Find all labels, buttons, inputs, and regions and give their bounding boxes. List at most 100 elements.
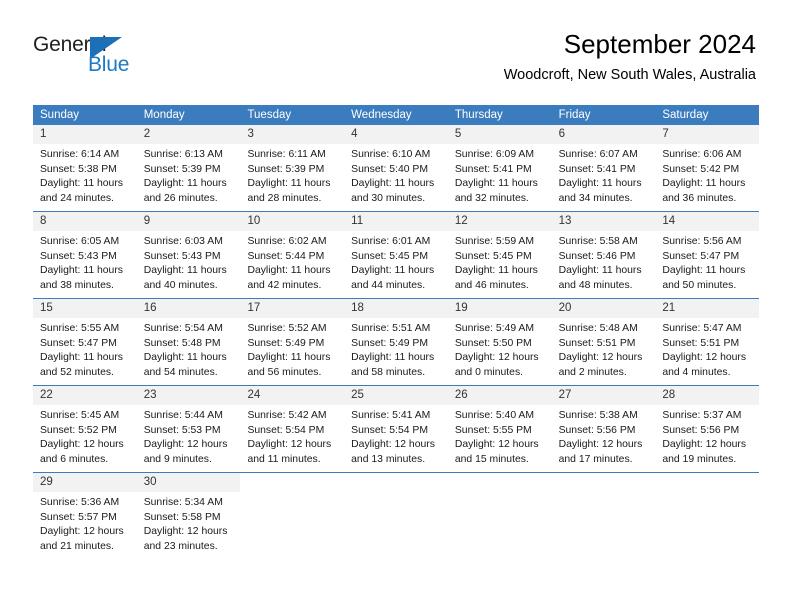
- day-info: Sunrise: 5:59 AM Sunset: 5:45 PM Daylight:…: [448, 232, 552, 293]
- day-info: [240, 493, 344, 496]
- day-cell-30[interactable]: 30 Sunrise: 5:34 AM Sunset: 5:58 PM Dayligh…: [136, 473, 241, 559]
- day-cell-17[interactable]: 17 Sunrise: 5:52 AM Sunset: 5:49 PM Dayligh…: [240, 299, 345, 385]
- sunrise-text: Sunrise: 5:36 AM: [40, 497, 120, 508]
- generalblue-logo[interactable]: General Blue: [33, 33, 163, 81]
- calendar-grid: Sunday Monday Tuesday Wednesday Thursday Frid…: [33, 105, 760, 559]
- sunset-text: Sunset: 5:54 PM: [247, 424, 325, 436]
- sunset-text: Sunset: 5:43 PM: [143, 250, 221, 262]
- calendar-week-row: 29 Sunrise: 5:36 AM Sunset: 5:57 PM Dayligh…: [33, 472, 760, 559]
- day-cell-9[interactable]: 9 Sunrise: 6:03 AM Sunset: 5:43 PM Daylight…: [136, 212, 241, 298]
- sunrise-text: Sunrise: 6:10 AM: [351, 149, 431, 160]
- sunset-text: Sunset: 5:58 PM: [143, 511, 221, 523]
- day-cell-21[interactable]: 21 Sunrise: 5:47 AM Sunset: 5:51 PM Dayligh…: [655, 299, 760, 385]
- sunset-text: Sunset: 5:49 PM: [247, 337, 325, 349]
- daylight-text-line1: Daylight: 12 hours: [662, 439, 747, 451]
- day-cell-22[interactable]: 22 Sunrise: 5:45 AM Sunset: 5:52 PM Dayligh…: [33, 386, 137, 472]
- daylight-text-line1: Daylight: 12 hours: [662, 352, 747, 364]
- day-number: 6: [558, 128, 565, 140]
- day-cell-24[interactable]: 24 Sunrise: 5:42 AM Sunset: 5:54 PM Dayligh…: [240, 386, 345, 472]
- calendar-body: 1 Sunrise: 6:14 AM Sunset: 5:38 PM Daylight…: [33, 125, 760, 559]
- day-number-band: [655, 473, 760, 493]
- day-cell-2[interactable]: 2 Sunrise: 6:13 AM Sunset: 5:39 PM Daylight…: [136, 125, 241, 211]
- day-info: Sunrise: 6:02 AM Sunset: 5:44 PM Daylight:…: [240, 232, 344, 293]
- day-cell-10[interactable]: 10 Sunrise: 6:02 AM Sunset: 5:44 PM Dayligh…: [240, 212, 345, 298]
- daylight-text-line2: and 13 minutes.: [351, 453, 426, 465]
- day-cell-13[interactable]: 13 Sunrise: 5:58 AM Sunset: 5:46 PM Dayligh…: [551, 212, 656, 298]
- sunset-text: Sunset: 5:38 PM: [40, 163, 117, 175]
- weekday-header-wednesday: Wednesday: [351, 109, 412, 121]
- day-info: Sunrise: 5:56 AM Sunset: 5:47 PM Daylight:…: [655, 232, 759, 293]
- day-number: 4: [351, 128, 358, 140]
- daylight-text-line2: and 17 minutes.: [558, 453, 633, 465]
- day-cell-12[interactable]: 12 Sunrise: 5:59 AM Sunset: 5:45 PM Dayligh…: [447, 212, 552, 298]
- day-number: 20: [558, 302, 572, 314]
- day-number: 12: [454, 215, 468, 227]
- daylight-text-line2: and 42 minutes.: [247, 279, 322, 291]
- day-cell-6[interactable]: 6 Sunrise: 6:07 AM Sunset: 5:41 PM Daylight…: [551, 125, 656, 211]
- daylight-text-line1: Daylight: 11 hours: [40, 178, 123, 190]
- weekday-header-tuesday: Tuesday: [247, 109, 292, 121]
- sunrise-text: Sunrise: 5:52 AM: [247, 323, 327, 334]
- sunrise-text: Sunrise: 5:41 AM: [351, 410, 431, 421]
- day-cell-29[interactable]: 29 Sunrise: 5:36 AM Sunset: 5:57 PM Dayligh…: [33, 473, 137, 559]
- daylight-text-line2: and 50 minutes.: [662, 279, 737, 291]
- daylight-text-line2: and 0 minutes.: [454, 366, 524, 378]
- day-cell-15[interactable]: 15 Sunrise: 5:55 AM Sunset: 5:47 PM Dayligh…: [33, 299, 137, 385]
- sunset-text: Sunset: 5:45 PM: [454, 250, 532, 262]
- sunrise-text: Sunrise: 6:03 AM: [143, 236, 223, 247]
- day-cell-25[interactable]: 25 Sunrise: 5:41 AM Sunset: 5:54 PM Dayligh…: [344, 386, 448, 472]
- day-info: Sunrise: 6:14 AM Sunset: 5:38 PM Daylight:…: [33, 145, 137, 206]
- day-cell-28[interactable]: 28 Sunrise: 5:37 AM Sunset: 5:56 PM Dayligh…: [655, 386, 760, 472]
- day-cell-3[interactable]: 3 Sunrise: 6:11 AM Sunset: 5:39 PM Daylight…: [240, 125, 345, 211]
- day-cell-11[interactable]: 11 Sunrise: 6:01 AM Sunset: 5:45 PM Dayligh…: [344, 212, 448, 298]
- day-info: Sunrise: 5:42 AM Sunset: 5:54 PM Daylight:…: [240, 406, 344, 467]
- sunset-text: Sunset: 5:56 PM: [558, 424, 636, 436]
- day-info: [552, 493, 656, 496]
- logo-text-blue: Blue: [88, 53, 130, 76]
- day-info: Sunrise: 6:07 AM Sunset: 5:41 PM Daylight:…: [552, 145, 656, 206]
- title-block: September 2024 Woodcroft, New South Wale…: [504, 28, 756, 84]
- day-cell-8[interactable]: 8 Sunrise: 6:05 AM Sunset: 5:43 PM Daylight…: [33, 212, 137, 298]
- sunset-text: Sunset: 5:41 PM: [558, 163, 636, 175]
- daylight-text-line1: Daylight: 11 hours: [662, 265, 746, 277]
- day-cell-27[interactable]: 27 Sunrise: 5:38 AM Sunset: 5:56 PM Dayligh…: [551, 386, 656, 472]
- daylight-text-line2: and 21 minutes.: [40, 540, 114, 552]
- daylight-text-line1: Daylight: 12 hours: [454, 439, 539, 451]
- day-cell-19[interactable]: 19 Sunrise: 5:49 AM Sunset: 5:50 PM Dayligh…: [447, 299, 552, 385]
- daylight-text-line2: and 44 minutes.: [351, 279, 426, 291]
- daylight-text-line1: Daylight: 11 hours: [247, 178, 331, 190]
- sunset-text: Sunset: 5:45 PM: [351, 250, 428, 262]
- calendar-week-row: 1 Sunrise: 6:14 AM Sunset: 5:38 PM Daylight…: [33, 125, 760, 211]
- day-cell-1[interactable]: 1 Sunrise: 6:14 AM Sunset: 5:38 PM Daylight…: [33, 125, 137, 211]
- day-info: [344, 493, 448, 496]
- day-cell-14[interactable]: 14 Sunrise: 5:56 AM Sunset: 5:47 PM Dayligh…: [655, 212, 760, 298]
- daylight-text-line1: Daylight: 12 hours: [247, 439, 332, 451]
- sunrise-text: Sunrise: 5:49 AM: [454, 323, 535, 334]
- sunset-text: Sunset: 5:39 PM: [143, 163, 221, 175]
- day-number: 25: [351, 389, 364, 401]
- day-cell-empty: [240, 473, 345, 559]
- weekday-header-monday: Monday: [143, 109, 185, 121]
- day-cell-23[interactable]: 23 Sunrise: 5:44 AM Sunset: 5:53 PM Dayligh…: [136, 386, 241, 472]
- day-number-band: 27: [551, 386, 656, 406]
- day-cell-5[interactable]: 5 Sunrise: 6:09 AM Sunset: 5:41 PM Daylight…: [447, 125, 552, 211]
- day-cell-7[interactable]: 7 Sunrise: 6:06 AM Sunset: 5:42 PM Daylight…: [655, 125, 760, 211]
- day-number: 30: [143, 476, 157, 488]
- day-number: 18: [351, 302, 364, 314]
- day-cell-20[interactable]: 20 Sunrise: 5:48 AM Sunset: 5:51 PM Dayligh…: [551, 299, 656, 385]
- day-info: Sunrise: 6:06 AM Sunset: 5:42 PM Daylight:…: [655, 145, 759, 206]
- daylight-text-line2: and 34 minutes.: [558, 192, 633, 204]
- day-cell-26[interactable]: 26 Sunrise: 5:40 AM Sunset: 5:55 PM Dayligh…: [447, 386, 552, 472]
- day-cell-16[interactable]: 16 Sunrise: 5:54 AM Sunset: 5:48 PM Dayligh…: [136, 299, 241, 385]
- day-number-band: 11: [344, 212, 448, 232]
- weekday-header-saturday: Saturday: [662, 109, 709, 121]
- day-number: 27: [558, 389, 572, 401]
- day-cell-18[interactable]: 18 Sunrise: 5:51 AM Sunset: 5:49 PM Dayligh…: [344, 299, 448, 385]
- day-number: 10: [247, 215, 261, 227]
- sunrise-text: Sunrise: 5:47 AM: [662, 323, 742, 334]
- sunset-text: Sunset: 5:47 PM: [662, 250, 740, 262]
- day-info: Sunrise: 5:37 AM Sunset: 5:56 PM Daylight:…: [655, 406, 759, 467]
- day-number-band: 17: [240, 299, 345, 319]
- day-cell-4[interactable]: 4 Sunrise: 6:10 AM Sunset: 5:40 PM Daylight…: [344, 125, 448, 211]
- daylight-text-line1: Daylight: 12 hours: [558, 352, 643, 364]
